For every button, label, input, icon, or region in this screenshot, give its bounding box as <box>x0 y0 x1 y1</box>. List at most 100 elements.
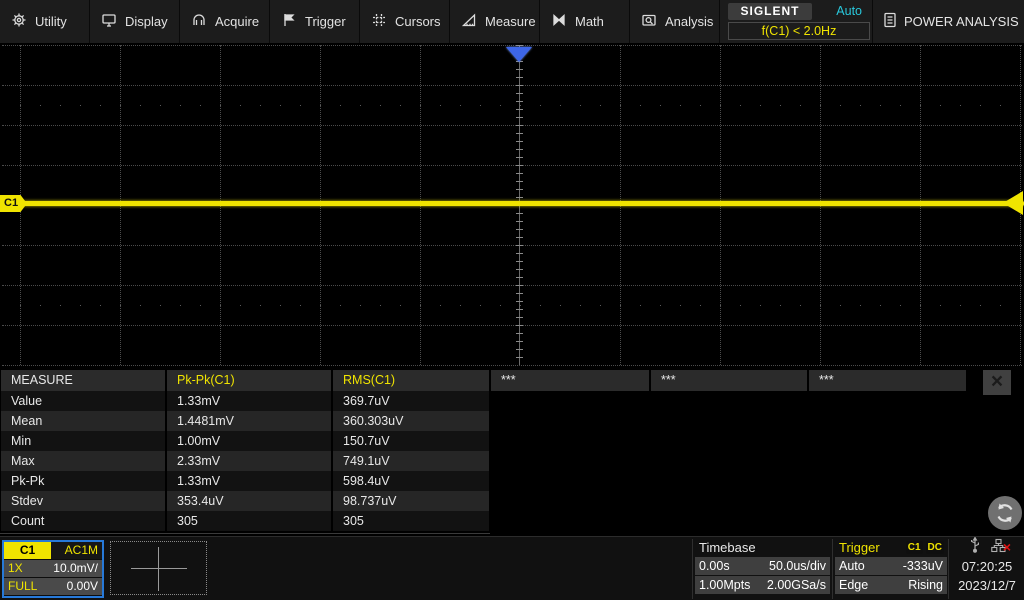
timebase-scale: 50.0us/div <box>769 557 826 575</box>
trigger-header: Trigger C1 DC <box>835 538 947 557</box>
channel-offset: 0.00V <box>67 578 98 595</box>
menu-cursors[interactable]: Cursors <box>360 0 450 43</box>
row-value: 749.1uV <box>333 451 489 471</box>
trigger-row: Auto -333uV <box>835 557 947 575</box>
measure-row: Stdev 353.4uV 98.737uV <box>1 491 1024 511</box>
bowtie-icon <box>551 12 567 31</box>
volts-per-div: 10.0mV/ <box>53 560 98 577</box>
row-label: Pk-Pk <box>1 471 165 491</box>
measure-col-pkpk[interactable]: Pk-Pk(C1) <box>167 370 331 391</box>
timebase-row: 0.00s 50.0us/div <box>695 557 830 575</box>
trigger-title: Trigger <box>839 540 906 555</box>
menu-power-analysis[interactable]: POWER ANALYSIS <box>872 0 1024 43</box>
row-label: Min <box>1 431 165 451</box>
trigger-level-marker[interactable] <box>1003 191 1023 215</box>
menu-label: Acquire <box>215 14 259 29</box>
circular-arrows-icon <box>992 500 1018 526</box>
channel-coupling: AC1M <box>51 542 102 559</box>
timebase-descriptor[interactable]: Timebase 0.00s 50.0us/div 1.00Mpts 2.00G… <box>695 538 830 595</box>
acquisition-status: Auto <box>836 4 862 18</box>
trigger-coupling-badge: DC <box>926 541 944 554</box>
measure-col-empty[interactable]: *** <box>809 370 966 391</box>
clock-time: 07:20:25 <box>950 557 1024 576</box>
crosshatch-icon <box>371 12 387 31</box>
row-label: Mean <box>1 411 165 431</box>
menu-analysis[interactable]: Analysis <box>630 0 720 43</box>
row-value: 1.00mV <box>167 431 331 451</box>
trigger-type: Edge <box>839 576 868 594</box>
lan-disconnected-icon: × <box>991 538 1006 558</box>
reset-statistics-button[interactable] <box>988 496 1022 530</box>
channel-row: 1X 10.0mV/ <box>4 560 102 577</box>
power-analysis-label: POWER ANALYSIS <box>904 14 1019 29</box>
ruler-triangle-icon <box>461 12 477 31</box>
measure-header-row: MEASURE Pk-Pk(C1) RMS(C1) *** *** *** <box>1 370 1024 391</box>
timebase-delay: 0.00s <box>699 557 730 575</box>
divider <box>948 539 949 599</box>
plus-icon <box>131 568 187 569</box>
row-value: 360.303uV <box>333 411 489 431</box>
trigger-source-badge: C1 <box>906 541 923 554</box>
measure-col-empty[interactable]: *** <box>491 370 649 391</box>
trigger-frequency-readout: f(C1) < 2.0Hz <box>728 22 870 40</box>
row-value: 150.7uV <box>333 431 489 451</box>
trigger-position-marker[interactable] <box>506 47 532 62</box>
row-value: 98.737uV <box>333 491 489 511</box>
trigger-row: Edge Rising <box>835 576 947 594</box>
menu-label: Cursors <box>395 14 441 29</box>
trigger-level: -333uV <box>903 557 943 575</box>
row-value: 369.7uV <box>333 391 489 411</box>
gear-icon <box>11 12 27 31</box>
trigger-slope: Rising <box>908 576 943 594</box>
menu-label: Analysis <box>665 14 713 29</box>
folder-magnifier-icon <box>641 12 657 31</box>
measure-col-empty[interactable]: *** <box>651 370 807 391</box>
memory-depth: 1.00Mpts <box>699 576 750 594</box>
menu-measure[interactable]: Measure <box>450 0 540 43</box>
trigger-mode: Auto <box>839 557 865 575</box>
sample-rate: 2.00GSa/s <box>767 576 826 594</box>
menu-math[interactable]: Math <box>540 0 630 43</box>
siglent-logo: SIGLENT <box>728 3 812 20</box>
gridline <box>2 285 1022 286</box>
menu-label: Display <box>125 14 168 29</box>
gridline <box>2 85 1022 86</box>
lan-error-x: × <box>1003 541 1011 553</box>
channel-row: FULL 0.00V <box>4 578 102 595</box>
flag-icon <box>281 12 297 31</box>
gridline <box>2 165 1022 166</box>
row-value: 598.4uV <box>333 471 489 491</box>
row-label: Stdev <box>1 491 165 511</box>
divider <box>832 539 833 599</box>
channel1-descriptor[interactable]: C1 AC1M 1X 10.0mV/ FULL 0.00V <box>2 540 104 598</box>
add-channel-placeholder[interactable] <box>110 541 207 595</box>
gridline <box>2 45 1022 46</box>
measure-row: Min 1.00mV 150.7uV <box>1 431 1024 451</box>
gridline <box>2 125 1022 126</box>
timebase-title: Timebase <box>695 538 830 557</box>
measure-panel: MEASURE Pk-Pk(C1) RMS(C1) *** *** *** Va… <box>1 370 1024 531</box>
plus-icon <box>158 547 159 591</box>
measure-row: Pk-Pk 1.33mV 598.4uV <box>1 471 1024 491</box>
close-icon[interactable]: × <box>983 370 1011 395</box>
measure-row: Value 1.33mV 369.7uV <box>1 391 1024 411</box>
waveform-display: C1 <box>0 43 1024 368</box>
trigger-descriptor[interactable]: Trigger C1 DC Auto -333uV Edge Rising <box>835 538 947 595</box>
menu-utility[interactable]: Utility <box>0 0 90 43</box>
measure-row: Mean 1.4481mV 360.303uV <box>1 411 1024 431</box>
menu-acquire[interactable]: Acquire <box>180 0 270 43</box>
menu-display[interactable]: Display <box>90 0 180 43</box>
menu-trigger[interactable]: Trigger <box>270 0 360 43</box>
usb-trident-icon <box>968 537 982 558</box>
row-label: Count <box>1 511 165 531</box>
brand-status-cluster: SIGLENT Auto f(C1) < 2.0Hz <box>726 0 872 43</box>
channel1-offset-marker[interactable]: C1 <box>0 195 27 212</box>
measure-col-rms[interactable]: RMS(C1) <box>333 370 489 391</box>
timebase-row: 1.00Mpts 2.00GSa/s <box>695 576 830 594</box>
channel-row: C1 AC1M <box>4 542 102 559</box>
channel1-trace[interactable] <box>0 201 1024 206</box>
menu-label: Math <box>575 14 604 29</box>
measure-row: Count 305 305 <box>1 511 1024 531</box>
row-value: 353.4uV <box>167 491 331 511</box>
bandwidth-limit: FULL <box>8 578 37 595</box>
